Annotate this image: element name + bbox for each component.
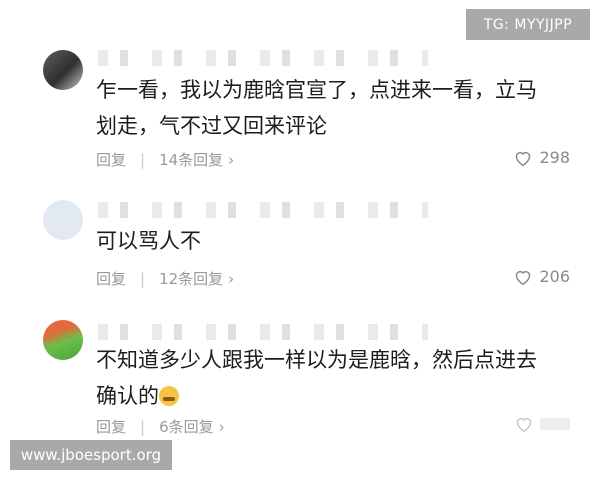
divider: | (140, 269, 146, 288)
comment-text-line: 乍一看，我以为鹿晗官宣了，点进来一看，立马 (96, 78, 537, 102)
chevron-right-icon: › (228, 150, 235, 169)
comment-actions: 回复 | 12条回复 › (96, 268, 234, 289)
view-replies-link[interactable]: 6条回复 (159, 416, 214, 437)
watermark-top: TG: MYYJJPP (466, 9, 590, 40)
chevron-right-icon: › (218, 417, 225, 436)
like-count: 206 (539, 267, 570, 286)
comment-text-line: 不知道多少人跟我一样以为是鹿晗，然后点进去 (96, 348, 537, 372)
comment-text-line: 确认的 (96, 378, 566, 414)
username-blurred (98, 324, 428, 340)
like-count: 298 (539, 148, 570, 167)
like-button[interactable] (514, 415, 570, 433)
reply-button[interactable]: 回复 (96, 268, 126, 289)
avatar[interactable] (43, 50, 83, 90)
comment-list: 乍一看，我以为鹿晗官宣了，点进来一看，立马 划走，气不过又回来评论 回复 | 1… (28, 40, 576, 440)
like-button[interactable]: 298 (513, 148, 570, 167)
username-blurred (98, 50, 428, 66)
heart-outline-icon (516, 270, 531, 285)
comment-text: 不知道多少人跟我一样以为是鹿晗，然后点进去 确认的 (96, 342, 566, 414)
comment-text-line: 划走，气不过又回来评论 (96, 114, 327, 138)
view-replies-link[interactable]: 14条回复 (159, 149, 223, 170)
comment-text-fragment: 确认的 (96, 384, 159, 408)
like-count-blurred (540, 418, 570, 430)
comment-actions: 回复 | 6条回复 › (96, 416, 225, 437)
reply-button[interactable]: 回复 (96, 416, 126, 437)
laughing-crying-emoji-icon (159, 386, 179, 406)
watermark-bottom: www.jboesport.org (10, 440, 172, 470)
comment-actions: 回复 | 14条回复 › (96, 149, 234, 170)
avatar[interactable] (43, 200, 83, 240)
comment-item: 可以骂人不 回复 | 12条回复 › 206 (28, 190, 576, 300)
comment-text: 乍一看，我以为鹿晗官宣了，点进来一看，立马 划走，气不过又回来评论 (96, 72, 566, 144)
like-button[interactable]: 206 (513, 267, 570, 286)
comment-text: 可以骂人不 (96, 223, 566, 259)
comment-item: 不知道多少人跟我一样以为是鹿晗，然后点进去 确认的 回复 | 6条回复 › (28, 312, 576, 440)
divider: | (140, 150, 146, 169)
comment-item: 乍一看，我以为鹿晗官宣了，点进来一看，立马 划走，气不过又回来评论 回复 | 1… (28, 40, 576, 180)
chevron-right-icon: › (228, 269, 235, 288)
view-replies-link[interactable]: 12条回复 (159, 268, 223, 289)
heart-outline-icon (516, 151, 531, 166)
divider: | (140, 417, 146, 436)
avatar[interactable] (43, 320, 83, 360)
comment-text-line: 可以骂人不 (96, 229, 201, 253)
reply-button[interactable]: 回复 (96, 149, 126, 170)
heart-outline-icon (516, 417, 532, 433)
username-blurred (98, 202, 428, 218)
